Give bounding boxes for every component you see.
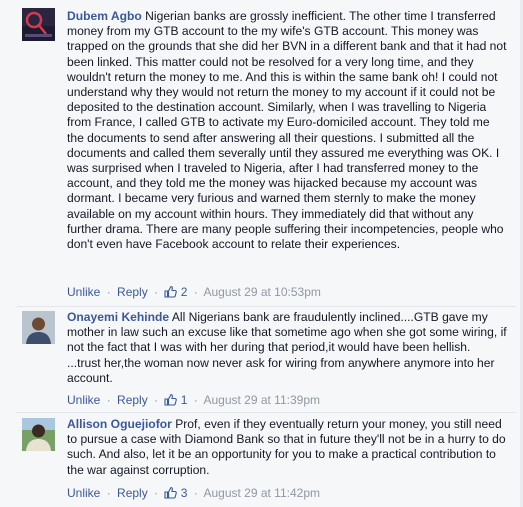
unlike-link[interactable]: Unlike — [67, 393, 100, 407]
comment-actions: Unlike · Reply · 1 · August 29 at 11:39p… — [67, 393, 320, 407]
comment-author[interactable]: Onayemi Kehinde — [67, 310, 169, 324]
separator-dot: · — [106, 486, 111, 500]
separator-dot: · — [193, 486, 198, 500]
thumbs-up-icon[interactable] — [164, 486, 178, 499]
comment-body: Allison Oguejiofor Prof, even if they ev… — [67, 417, 507, 478]
separator-dot: · — [193, 393, 198, 407]
comment-timestamp[interactable]: August 29 at 10:53pm — [203, 285, 320, 299]
comment-body: Dubem Agbo Nigerian banks are grossly in… — [67, 9, 507, 252]
comment-text: Nigerian banks are grossly inefficient. … — [67, 9, 507, 252]
separator-dot: · — [106, 285, 111, 299]
avatar[interactable] — [22, 8, 55, 41]
unlike-link[interactable]: Unlike — [67, 486, 100, 500]
comment-author[interactable]: Allison Oguejiofor — [67, 417, 172, 431]
comment-timestamp[interactable]: August 29 at 11:42pm — [203, 486, 320, 500]
like-count[interactable]: 3 — [181, 486, 188, 500]
separator-dot: · — [154, 285, 159, 299]
like-count[interactable]: 2 — [181, 285, 188, 299]
comment-timestamp[interactable]: August 29 at 11:39pm — [203, 393, 320, 407]
separator-dot: · — [193, 285, 198, 299]
avatar[interactable] — [22, 418, 55, 451]
separator-dot: · — [154, 393, 159, 407]
like-count[interactable]: 1 — [181, 393, 188, 407]
reply-link[interactable]: Reply — [117, 393, 148, 407]
reply-link[interactable]: Reply — [117, 486, 148, 500]
comment-divider — [16, 412, 516, 413]
avatar[interactable] — [22, 311, 55, 344]
comment-actions: Unlike · Reply · 3 · August 29 at 11:42p… — [67, 486, 320, 500]
separator-dot: · — [154, 486, 159, 500]
thumbs-up-icon[interactable] — [164, 285, 178, 298]
reply-link[interactable]: Reply — [117, 285, 148, 299]
comment-list: Dubem Agbo Nigerian banks are grossly in… — [0, 0, 523, 507]
comment-divider — [16, 306, 516, 307]
unlike-link[interactable]: Unlike — [67, 285, 100, 299]
separator-dot: · — [106, 393, 111, 407]
comment-actions: Unlike · Reply · 2 · August 29 at 10:53p… — [67, 285, 321, 299]
comment-author[interactable]: Dubem Agbo — [67, 9, 142, 23]
comment-body: Onayemi Kehinde All Nigerians bank are f… — [67, 310, 507, 386]
thumbs-up-icon[interactable] — [164, 393, 178, 406]
